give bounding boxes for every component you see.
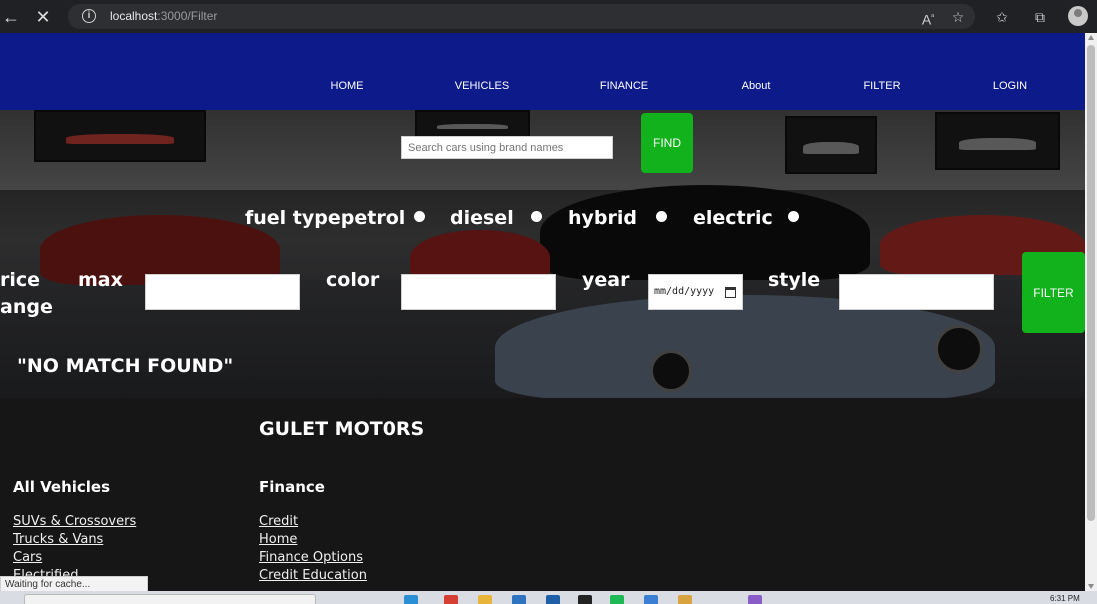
taskbar-app-icon[interactable] xyxy=(512,595,526,604)
scroll-up-arrow-icon[interactable] xyxy=(1088,35,1094,40)
taskbar-app-icon[interactable] xyxy=(444,595,458,604)
back-arrow-icon[interactable]: ← xyxy=(0,6,22,28)
browser-toolbar: ← ✕ i localhost:3000/Filter Aᵃ ☆ ✩ ⧉ xyxy=(0,0,1097,33)
taskbar-app-icon[interactable] xyxy=(610,595,624,604)
fuel-radio-diesel[interactable] xyxy=(531,211,542,222)
fuel-type-heading: fuel type xyxy=(245,207,341,229)
top-navigation: HOME VEHICLES FINANCE About FILTER LOGIN xyxy=(0,33,1085,110)
page-scrollbar[interactable] xyxy=(1085,33,1097,591)
taskbar-app-icon[interactable] xyxy=(678,595,692,604)
max-label: max xyxy=(78,269,123,291)
os-taskbar: 6:31 PM xyxy=(0,591,1097,604)
taskbar-app-icon[interactable] xyxy=(404,595,418,604)
nav-about[interactable]: About xyxy=(742,80,771,92)
taskbar-app-icon[interactable] xyxy=(578,595,592,604)
footer-link-suvs[interactable]: SUVs & Crossovers xyxy=(13,514,136,529)
taskbar-app-icon[interactable] xyxy=(644,595,658,604)
taskbar-clock: 6:31 PM xyxy=(1050,594,1080,603)
site-footer: GULET MOT0RS All Vehicles SUVs & Crossov… xyxy=(0,398,1085,591)
read-aloud-icon[interactable]: Aᵃ xyxy=(917,6,939,28)
nav-finance[interactable]: FINANCE xyxy=(600,80,648,92)
footer-finance-heading: Finance xyxy=(259,478,325,496)
url-host: localhost xyxy=(110,9,158,23)
nav-filter[interactable]: FILTER xyxy=(863,80,900,92)
taskbar-app-icon[interactable] xyxy=(748,595,762,604)
fuel-option-petrol-label: petrol xyxy=(340,207,406,229)
favorites-icon[interactable]: ✩ xyxy=(991,6,1013,28)
color-label: color xyxy=(326,269,380,291)
scrollbar-thumb[interactable] xyxy=(1087,45,1095,521)
fuel-option-diesel-label: diesel xyxy=(450,207,514,229)
footer-link-home[interactable]: Home xyxy=(259,532,297,547)
fuel-option-electric-label: electric xyxy=(693,207,773,229)
fuel-radio-petrol[interactable] xyxy=(414,211,425,222)
calendar-icon[interactable] xyxy=(725,287,736,298)
page-viewport: HOME VEHICLES FINANCE About FILTER LOGIN… xyxy=(0,33,1085,591)
color-input[interactable] xyxy=(401,274,556,310)
url-path: :3000/Filter xyxy=(157,9,218,23)
max-price-input[interactable] xyxy=(145,274,300,310)
footer-link-credit-education[interactable]: Credit Education xyxy=(259,568,367,583)
footer-brand: GULET MOT0RS xyxy=(259,418,425,440)
url-text[interactable]: localhost:3000/Filter xyxy=(110,9,217,23)
stop-loading-icon[interactable]: ✕ xyxy=(32,6,54,28)
price-range-label-line1: rice xyxy=(0,269,41,291)
footer-vehicles-heading: All Vehicles xyxy=(13,478,111,496)
taskbar-app-icon[interactable] xyxy=(546,595,560,604)
address-bar[interactable]: i localhost:3000/Filter xyxy=(68,4,975,29)
profile-avatar[interactable] xyxy=(1068,6,1088,26)
nav-vehicles[interactable]: VEHICLES xyxy=(455,80,509,92)
nav-login[interactable]: LOGIN xyxy=(993,80,1027,92)
add-favorite-icon[interactable]: ☆ xyxy=(947,6,969,28)
year-date-placeholder: mm/dd/yyyy xyxy=(654,286,715,297)
taskbar-search-box[interactable] xyxy=(24,594,316,604)
collections-icon[interactable]: ⧉ xyxy=(1029,6,1051,28)
footer-link-finance-options[interactable]: Finance Options xyxy=(259,550,363,565)
year-label: year xyxy=(582,269,630,291)
find-button[interactable]: FIND xyxy=(641,113,693,173)
price-range-label-line2: ange xyxy=(0,296,53,318)
fuel-option-hybrid-label: hybrid xyxy=(568,207,637,229)
info-icon[interactable]: i xyxy=(82,9,96,23)
footer-link-credit[interactable]: Credit xyxy=(259,514,298,529)
nav-home[interactable]: HOME xyxy=(331,80,364,92)
taskbar-app-icon[interactable] xyxy=(478,595,492,604)
no-match-message: "NO MATCH FOUND" xyxy=(17,355,234,377)
footer-link-trucks[interactable]: Trucks & Vans xyxy=(13,532,103,547)
fuel-radio-hybrid[interactable] xyxy=(656,211,667,222)
scroll-down-arrow-icon[interactable] xyxy=(1088,584,1094,589)
style-label: style xyxy=(768,269,821,291)
footer-link-cars[interactable]: Cars xyxy=(13,550,42,565)
fuel-type-label: fuel typepetrol xyxy=(245,207,405,229)
fuel-radio-electric[interactable] xyxy=(788,211,799,222)
filter-hero-section: FIND fuel typepetrol diesel hybrid elect… xyxy=(0,110,1085,398)
search-input[interactable] xyxy=(401,136,613,159)
filter-button[interactable]: FILTER xyxy=(1022,252,1085,333)
style-input[interactable] xyxy=(839,274,994,310)
year-date-input[interactable]: mm/dd/yyyy xyxy=(648,274,743,310)
